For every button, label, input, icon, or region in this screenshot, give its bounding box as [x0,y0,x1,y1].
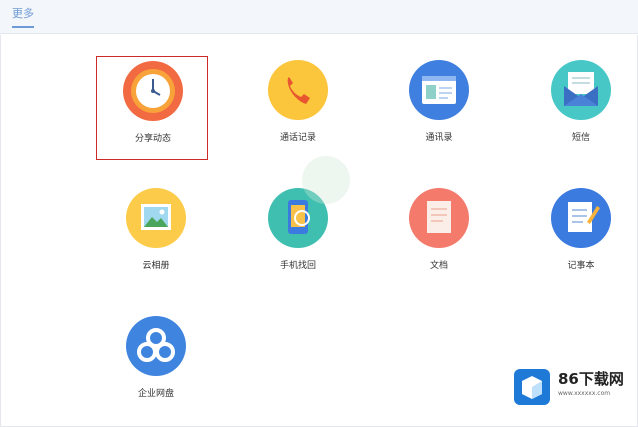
app-cloud-album[interactable]: 云相册 [100,184,212,288]
app-label: 云相册 [142,261,170,271]
app-notepad[interactable]: 记事本 [525,184,637,288]
top-bar: 更多 [0,0,638,34]
document-icon [409,188,469,248]
tab-more[interactable]: 更多 [12,8,34,28]
app-documents[interactable]: 文档 [383,184,495,288]
watermark-subtitle: www.xxxxxx.com [558,390,611,397]
clock-icon [123,61,183,121]
app-label: 通讯录 [425,133,453,143]
drag-ghost-icon [300,150,352,210]
notepad-icon [551,188,611,248]
app-call-log[interactable]: 通话记录 [242,56,354,160]
contact-card-icon [409,60,469,120]
app-sms[interactable]: 短信 [525,56,637,160]
cloud-icon [126,316,186,376]
phone-icon [268,60,328,120]
app-contacts[interactable]: 通讯录 [383,56,495,160]
watermark-title: 86下载网 [558,370,624,388]
app-label: 企业网盘 [137,389,174,399]
app-share-updates[interactable]: 分享动态 [96,56,208,160]
app-label: 记事本 [567,261,595,271]
envelope-icon [551,60,611,120]
picture-icon [126,188,186,248]
app-enterprise-drive[interactable]: 企业网盘 [100,312,212,416]
app-label: 手机找回 [279,261,316,271]
app-label: 短信 [571,133,590,143]
watermark: 86下载网 www.xxxxxx.com [512,366,630,406]
app-label: 文档 [429,261,448,271]
app-label: 分享动态 [134,134,171,144]
app-label: 通话记录 [279,133,316,143]
watermark-logo-icon [514,369,550,405]
